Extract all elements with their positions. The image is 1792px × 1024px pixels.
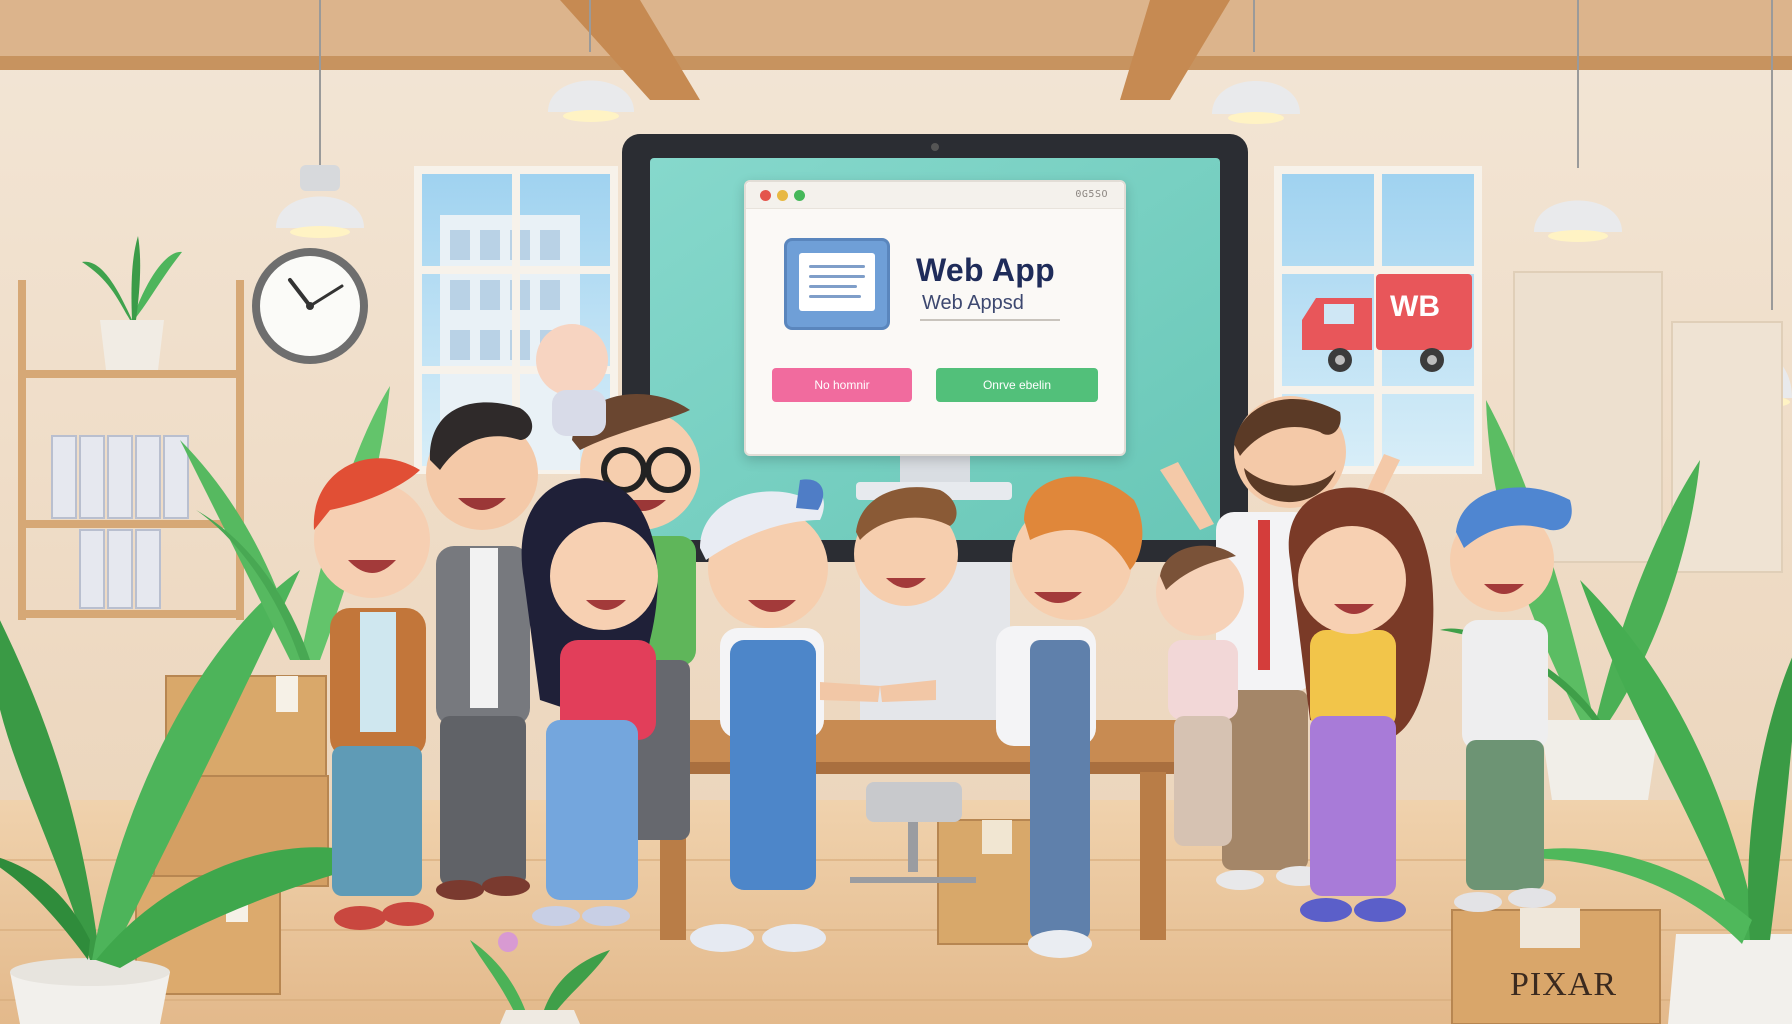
titlebar-text: 0G5SO [1075,189,1108,200]
app-title: Web App [916,252,1055,288]
left-action-button[interactable]: No homnir [772,368,912,402]
document-icon [784,238,890,330]
box-label: PIXAR [1510,966,1618,1003]
maximize-dot-icon [794,190,805,201]
character-center-smiling [854,487,958,606]
office-scene: WB 0G5SO Web App Web Appsd No homnir Onr… [0,0,1792,1024]
minimize-dot-icon [777,190,788,201]
office-illustration [0,0,1792,1024]
divider [920,319,1060,321]
wall-poster [1671,321,1783,573]
character-grey-suit [426,402,538,900]
clock-icon [252,248,368,364]
app-subtitle: Web Appsd [922,292,1024,314]
close-dot-icon [760,190,771,201]
web-app-window: 0G5SO Web App Web Appsd No homnir Onrve … [744,180,1126,456]
right-action-button[interactable]: Onrve ebelin [936,368,1098,402]
window-titlebar: 0G5SO [746,182,1124,209]
truck-sign-label: WB [1390,290,1440,323]
